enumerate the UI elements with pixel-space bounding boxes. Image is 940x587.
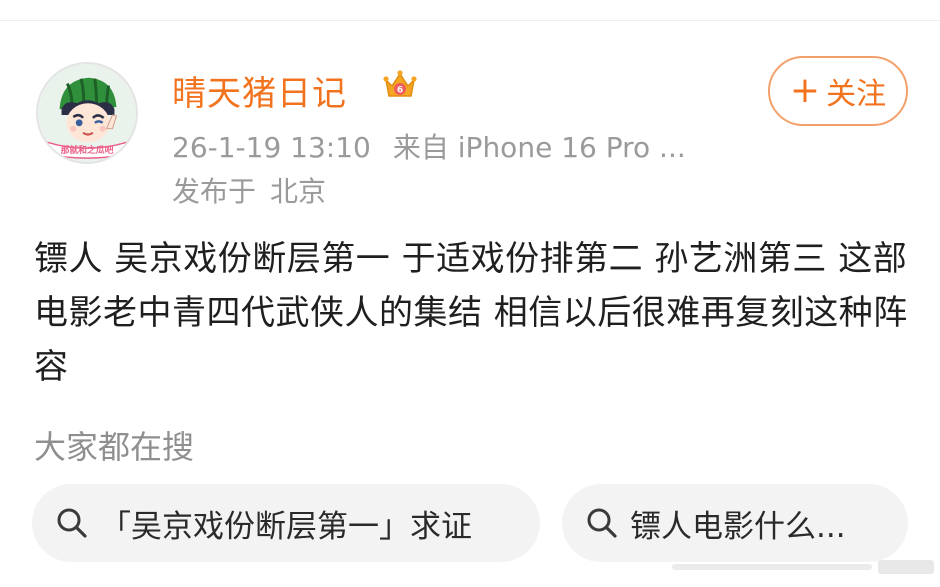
follow-label: 关注 xyxy=(826,77,887,112)
search-icon xyxy=(57,508,87,538)
svg-text:那就和之瓜吧: 那就和之瓜吧 xyxy=(61,144,114,156)
post-meta-line: 26-1-19 13:10 来自 iPhone 16 Pro ... xyxy=(172,126,732,166)
post-date: 26-1-19 13:10 xyxy=(172,131,371,164)
plus-icon: + xyxy=(789,70,821,111)
search-chip-label: 镖人电影什么... xyxy=(630,508,846,545)
trending-search-title: 大家都在搜 xyxy=(34,428,195,466)
location-prefix: 发布于 xyxy=(172,175,257,208)
follow-button[interactable]: + 关注 xyxy=(768,56,908,126)
svg-text:6: 6 xyxy=(397,86,403,96)
watermark xyxy=(672,556,934,578)
search-icon xyxy=(587,508,617,538)
search-chip-label: 「吴京戏份断层第一」求证 xyxy=(100,508,472,545)
username[interactable]: 晴天猪日记 xyxy=(172,66,347,115)
crown-vip-badge-icon[interactable]: 6 xyxy=(380,66,420,106)
search-chip[interactable]: 镖人电影什么... xyxy=(562,484,908,562)
search-chip[interactable]: 「吴京戏份断层第一」求证 xyxy=(32,484,540,562)
post-text: 镖人 吴京戏份断层第一 于适戏份排第二 孙艺洲第三 这部电影老中青四代武侠人的集… xyxy=(34,239,908,387)
user-avatar[interactable]: 那就和之瓜吧 xyxy=(36,62,138,164)
post-location: 北京 xyxy=(270,175,327,208)
avatar-illustration: 那就和之瓜吧 xyxy=(38,64,136,162)
post-location-line: 发布于 北京 xyxy=(172,170,326,210)
top-divider xyxy=(0,20,940,21)
post-source: 来自 iPhone 16 Pro ... xyxy=(392,131,686,164)
weibo-post-card: 那就和之瓜吧 晴天猪日记 6 26-1-19 13:10 来自 iPhone 16… xyxy=(0,0,940,587)
